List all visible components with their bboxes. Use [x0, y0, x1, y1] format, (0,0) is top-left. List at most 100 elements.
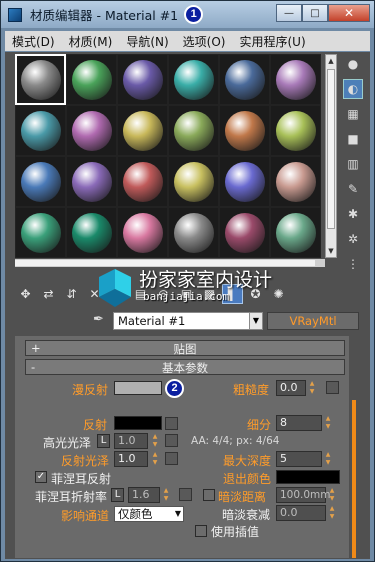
- editor-panel: ▲ ▼ ● ◐ ▦ ■ ▥ ✎ ✱ ✲ ⋮ ✥ ⇄ ⇵ ✕ ◇ ▤ ◎ ▣ ▩: [5, 52, 370, 559]
- sample-horizontal-scrollbar[interactable]: [15, 259, 325, 267]
- sample-slot[interactable]: [117, 105, 168, 156]
- fresnel-ior-spinner[interactable]: 1.6: [128, 487, 160, 503]
- affect-channels-dropdown[interactable]: 仅颜色 ▼: [114, 506, 184, 522]
- sample-slot[interactable]: [168, 105, 219, 156]
- sample-slot[interactable]: [270, 207, 321, 258]
- pick-material-icon[interactable]: ✺: [268, 284, 289, 304]
- hilight-gloss-map-button[interactable]: [165, 434, 178, 447]
- dim-falloff-spinner[interactable]: 0.0: [276, 505, 326, 521]
- sample-slot[interactable]: [15, 54, 66, 105]
- dim-distance-spinner[interactable]: 100.0mm: [276, 487, 331, 503]
- reset-map-icon[interactable]: ✕: [84, 284, 105, 304]
- dim-distance-spinner-arrows-icon[interactable]: ▲ ▼: [328, 487, 336, 503]
- sample-slot[interactable]: [270, 105, 321, 156]
- sample-slot[interactable]: [168, 54, 219, 105]
- roughness-map-button[interactable]: [326, 381, 339, 394]
- roughness-spinner-arrows-icon[interactable]: ▲ ▼: [308, 380, 316, 396]
- assign-to-selection-icon[interactable]: ⇵: [61, 284, 82, 304]
- sample-vertical-scrollbar[interactable]: ▲ ▼: [325, 54, 337, 258]
- exit-color-swatch[interactable]: [276, 470, 340, 484]
- reflect-map-button[interactable]: [165, 417, 178, 430]
- fresnel-ior-spinner-arrows-icon[interactable]: ▲ ▼: [162, 487, 170, 503]
- options-icon[interactable]: ✱: [343, 204, 363, 224]
- close-button[interactable]: ✕: [328, 4, 370, 22]
- material-sphere-icon: [275, 59, 316, 100]
- use-interpolation-checkbox[interactable]: [195, 525, 207, 537]
- put-to-library-icon[interactable]: ▤: [130, 284, 151, 304]
- restore-button[interactable]: □: [302, 4, 328, 22]
- refl-gloss-spinner-arrows-icon[interactable]: ▲ ▼: [151, 451, 159, 467]
- select-by-material-icon[interactable]: ✲: [343, 229, 363, 249]
- material-sphere-icon: [275, 212, 316, 253]
- subdivs-spinner[interactable]: 8: [276, 415, 322, 431]
- show-end-result-icon[interactable]: ▩: [199, 284, 220, 304]
- fresnel-ior-lock-button[interactable]: L: [111, 488, 124, 502]
- hilight-lock-button[interactable]: L: [97, 434, 110, 448]
- sample-type-icon[interactable]: ●: [343, 54, 363, 74]
- sample-slot[interactable]: [219, 105, 270, 156]
- fresnel-checkbox[interactable]: ✓: [35, 471, 47, 483]
- max-depth-spinner-arrows-icon[interactable]: ▲ ▼: [324, 451, 332, 467]
- subdivs-spinner-arrows-icon[interactable]: ▲ ▼: [324, 415, 332, 431]
- sample-slot[interactable]: [168, 156, 219, 207]
- menu-navigation[interactable]: 导航(N): [119, 33, 175, 50]
- put-to-scene-icon[interactable]: ⇄: [38, 284, 59, 304]
- reflect-color-swatch[interactable]: [114, 416, 162, 430]
- eyedropper-icon[interactable]: ✒: [93, 312, 104, 327]
- sample-slot[interactable]: [168, 207, 219, 258]
- max-depth-spinner[interactable]: 5: [276, 451, 322, 467]
- sample-slot[interactable]: [66, 105, 117, 156]
- sample-slot[interactable]: [117, 156, 168, 207]
- sample-slot[interactable]: [117, 207, 168, 258]
- scroll-up-icon[interactable]: ▲: [326, 56, 336, 66]
- show-map-icon[interactable]: ▣: [176, 284, 197, 304]
- menu-utilities[interactable]: 实用程序(U): [232, 33, 312, 50]
- make-unique-icon[interactable]: ◇: [107, 284, 128, 304]
- make-preview-icon[interactable]: ✎: [343, 179, 363, 199]
- refl-gloss-spinner[interactable]: 1.0: [114, 451, 148, 467]
- menu-options[interactable]: 选项(O): [176, 33, 233, 50]
- sample-slot[interactable]: [15, 207, 66, 258]
- sample-slot[interactable]: [66, 156, 117, 207]
- minimize-button[interactable]: —: [276, 4, 302, 22]
- go-to-parent-icon[interactable]: ▌: [222, 284, 243, 304]
- sample-slot[interactable]: [219, 54, 270, 105]
- refl-gloss-map-button[interactable]: [165, 452, 178, 465]
- uv-tiling-icon[interactable]: ■: [343, 129, 363, 149]
- dim-distance-checkbox[interactable]: [203, 489, 215, 501]
- sample-slot[interactable]: [66, 207, 117, 258]
- background-icon[interactable]: ▦: [343, 104, 363, 124]
- roughness-spinner[interactable]: 0.0: [276, 380, 306, 396]
- params-scrollbar-thumb[interactable]: [352, 400, 356, 558]
- material-type-button[interactable]: VRayMtl: [267, 312, 359, 330]
- material-name-dropdown-icon[interactable]: ▼: [249, 312, 263, 330]
- maps-rollout-header[interactable]: + 贴图: [25, 340, 345, 356]
- scroll-down-icon[interactable]: ▼: [326, 246, 336, 256]
- sample-slot[interactable]: [219, 207, 270, 258]
- sample-slot[interactable]: [270, 156, 321, 207]
- sample-slot[interactable]: [15, 156, 66, 207]
- sample-slot[interactable]: [15, 105, 66, 156]
- sample-slot[interactable]: [219, 156, 270, 207]
- fresnel-ior-map-button[interactable]: [179, 488, 192, 501]
- sample-slot[interactable]: [117, 54, 168, 105]
- sample-slot-grid: [15, 54, 323, 258]
- go-forward-sibling-icon[interactable]: ✪: [245, 284, 266, 304]
- get-material-icon[interactable]: ✥: [15, 284, 36, 304]
- material-name-field[interactable]: Material #1: [113, 312, 261, 330]
- material-effects-channel-icon[interactable]: ◎: [153, 284, 174, 304]
- hilight-gloss-spinner-arrows-icon[interactable]: ▲ ▼: [151, 433, 159, 449]
- diffuse-color-swatch[interactable]: [114, 381, 162, 395]
- sample-slot[interactable]: [270, 54, 321, 105]
- backlight-icon[interactable]: ◐: [343, 79, 363, 99]
- basic-params-rollout-header[interactable]: - 基本参数: [25, 359, 345, 375]
- dim-falloff-spinner-arrows-icon[interactable]: ▲ ▼: [328, 505, 336, 521]
- video-color-check-icon[interactable]: ▥: [343, 154, 363, 174]
- menu-mode[interactable]: 模式(D): [5, 33, 62, 50]
- hilight-gloss-spinner[interactable]: 1.0: [114, 433, 148, 449]
- sample-slot[interactable]: [66, 54, 117, 105]
- menu-material[interactable]: 材质(M): [62, 33, 120, 50]
- horizontal-scroll-thumb[interactable]: [15, 260, 315, 266]
- material-map-navigator-icon[interactable]: ⋮: [343, 254, 363, 274]
- scroll-thumb[interactable]: [327, 69, 335, 229]
